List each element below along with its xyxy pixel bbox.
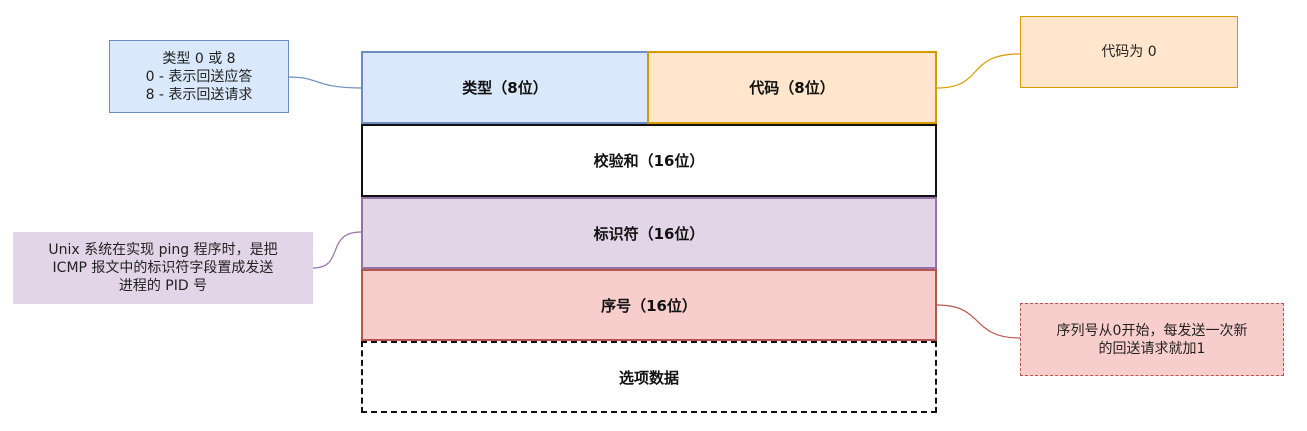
type-note-line: 类型 0 或 8 xyxy=(162,50,236,67)
identifier-note: Unix 系统在实现 ping 程序时，是把 ICMP 报文中的标识符字段置成发… xyxy=(13,232,313,304)
options-field-label: 选项数据 xyxy=(618,368,679,387)
identifier-note-line: ICMP 报文中的标识符字段置成发送 xyxy=(52,260,274,276)
options-field: 选项数据 xyxy=(361,341,937,413)
sequence-note-line: 序列号从0开始，每发送一次新 xyxy=(1056,322,1248,339)
identifier-field: 标识符（16位） xyxy=(361,197,937,269)
type-field: 类型（8位） xyxy=(361,51,649,124)
type-field-label: 类型（8位） xyxy=(462,79,548,97)
sequence-note-connector xyxy=(936,304,1021,339)
sequence-note-line: 的回送请求就加1 xyxy=(1098,340,1206,357)
type-note-line: 8 - 表示回送请求 xyxy=(145,86,253,103)
sequence-note: 序列号从0开始，每发送一次新 的回送请求就加1 xyxy=(1020,303,1284,376)
identifier-field-label: 标识符（16位） xyxy=(593,224,705,243)
checksum-field: 校验和（16位） xyxy=(361,124,937,197)
code-note-text: 代码为 0 xyxy=(1101,44,1157,60)
code-note-connector xyxy=(936,53,1021,89)
identifier-note-line: 进程的 PID 号 xyxy=(118,278,208,294)
code-field-label: 代码（8位） xyxy=(749,79,835,97)
type-note-line: 0 - 表示回送应答 xyxy=(145,68,253,85)
type-note: 类型 0 或 8 0 - 表示回送应答 8 - 表示回送请求 xyxy=(109,40,289,113)
code-field: 代码（8位） xyxy=(647,51,937,124)
identifier-note-connector xyxy=(312,231,362,269)
code-note: 代码为 0 xyxy=(1020,16,1238,88)
type-note-connector xyxy=(288,76,362,89)
checksum-field-label: 校验和（16位） xyxy=(593,152,705,170)
sequence-field-label: 序号（16位） xyxy=(601,296,697,315)
sequence-field: 序号（16位） xyxy=(361,269,937,341)
identifier-note-line: Unix 系统在实现 ping 程序时，是把 xyxy=(48,242,278,258)
